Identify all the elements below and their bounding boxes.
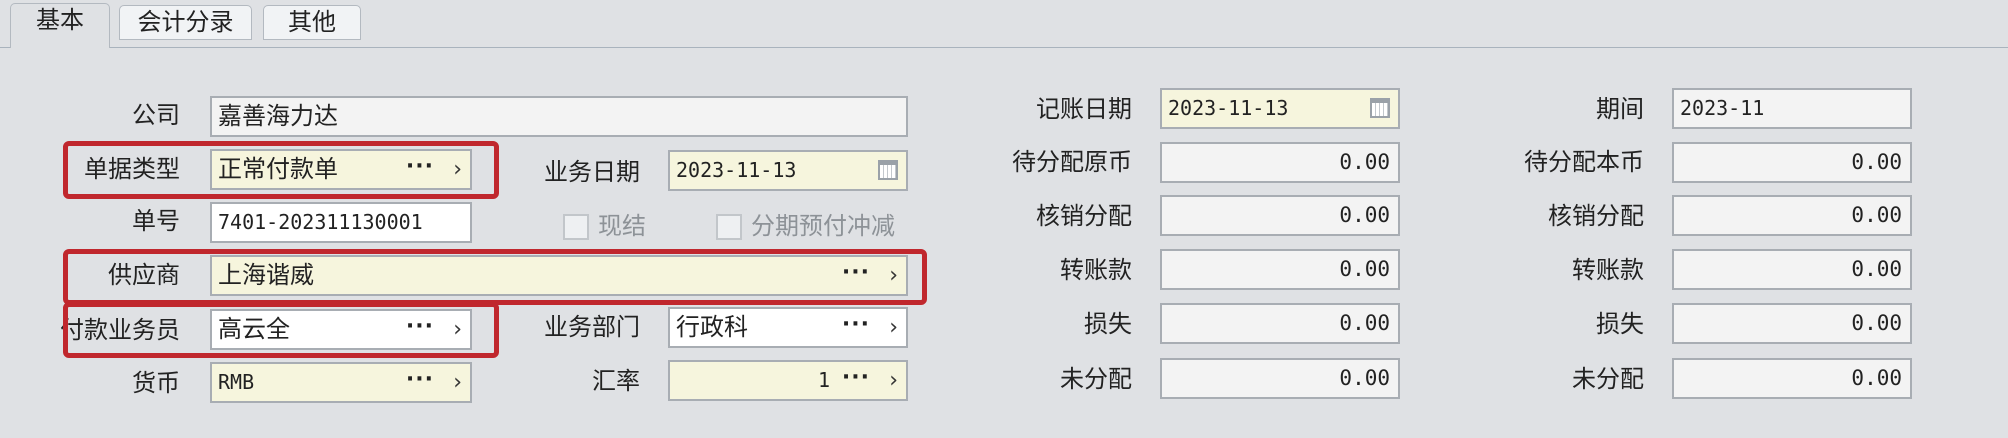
post-date-field[interactable]: 2023-11-13	[1160, 88, 1400, 129]
biz-date-field[interactable]: 2023-11-13	[668, 150, 908, 191]
chevron-right-icon[interactable]: ›	[453, 151, 462, 188]
unalloc-orig-field[interactable]: 0.00	[1160, 142, 1400, 183]
rate-field[interactable]: 1 ··· ›	[668, 360, 908, 401]
chevron-right-icon[interactable]: ›	[453, 311, 462, 348]
tab-bar: 基本 会计分录 其他	[0, 0, 2008, 50]
settled-checkbox[interactable]	[563, 214, 589, 240]
chevron-right-icon[interactable]: ›	[889, 257, 898, 294]
period-value: 2023-11	[1680, 96, 1765, 120]
loss-label: 损失	[1084, 310, 1132, 338]
rate-label: 汇率	[592, 367, 640, 395]
currency-label: 货币	[132, 369, 180, 397]
dept-value: 行政科	[676, 313, 748, 341]
biz-date-label: 业务日期	[544, 158, 640, 186]
writeoff-field[interactable]: 0.00	[1160, 195, 1400, 236]
payer-label: 付款业务员	[60, 316, 180, 344]
unalloc-local-label: 待分配本币	[1524, 148, 1644, 176]
tab-other[interactable]: 其他	[263, 5, 361, 40]
payer-field[interactable]: 高云全 ··· ›	[210, 309, 472, 350]
biz-date-value: 2023-11-13	[676, 158, 797, 182]
transfer-label-2: 转账款	[1572, 256, 1644, 284]
transfer-field[interactable]: 0.00	[1160, 249, 1400, 290]
company-label: 公司	[132, 101, 180, 129]
doc-number-value: 7401-202311130001	[218, 210, 423, 234]
unalloc-label: 未分配	[1060, 365, 1132, 393]
rate-value: 1	[817, 368, 830, 392]
more-icon[interactable]: ···	[406, 364, 434, 398]
loss-label-2: 损失	[1596, 310, 1644, 338]
chevron-right-icon[interactable]: ›	[889, 309, 898, 346]
post-date-label: 记账日期	[1036, 95, 1132, 123]
supplier-field[interactable]: 上海谐威 ··· ›	[210, 255, 908, 296]
loss-field[interactable]: 0.00	[1160, 303, 1400, 344]
transfer-label: 转账款	[1060, 256, 1132, 284]
calendar-icon[interactable]	[878, 160, 898, 180]
writeoff-label: 核销分配	[1036, 202, 1132, 230]
doc-type-label: 单据类型	[84, 155, 180, 183]
company-value: 嘉善海力达	[218, 102, 338, 130]
writeoff-label-2: 核销分配	[1548, 202, 1644, 230]
unalloc-local-field[interactable]: 0.00	[1672, 142, 1912, 183]
chevron-right-icon[interactable]: ›	[889, 362, 898, 399]
dept-label: 业务部门	[544, 313, 640, 341]
settled-label: 现结	[598, 212, 646, 240]
chevron-right-icon[interactable]: ›	[453, 364, 462, 401]
unalloc-field[interactable]: 0.00	[1160, 358, 1400, 399]
calendar-icon[interactable]	[1370, 98, 1390, 118]
unalloc-orig-label: 待分配原币	[1012, 148, 1132, 176]
tab-divider	[0, 47, 2008, 48]
tab-basic[interactable]: 基本	[10, 3, 110, 48]
more-icon[interactable]: ···	[406, 151, 434, 185]
unalloc-field-2[interactable]: 0.00	[1672, 358, 1912, 399]
transfer-field-2[interactable]: 0.00	[1672, 249, 1912, 290]
unalloc-label-2: 未分配	[1572, 365, 1644, 393]
period-field[interactable]: 2023-11	[1672, 88, 1912, 129]
doc-type-field[interactable]: 正常付款单 ··· ›	[210, 149, 472, 190]
more-icon[interactable]: ···	[406, 311, 434, 345]
company-field[interactable]: 嘉善海力达	[210, 96, 908, 137]
dept-field[interactable]: 行政科 ··· ›	[668, 307, 908, 348]
supplier-label: 供应商	[108, 261, 180, 289]
more-icon[interactable]: ···	[842, 362, 870, 396]
payer-value: 高云全	[218, 315, 290, 343]
writeoff-field-2[interactable]: 0.00	[1672, 195, 1912, 236]
installment-checkbox[interactable]	[716, 214, 742, 240]
post-date-value: 2023-11-13	[1168, 96, 1289, 120]
currency-value: RMB	[218, 370, 255, 394]
supplier-value: 上海谐威	[218, 261, 314, 289]
period-label: 期间	[1596, 95, 1644, 123]
more-icon[interactable]: ···	[842, 257, 870, 291]
tab-accounting-entries[interactable]: 会计分录	[119, 5, 252, 40]
doc-number-label: 单号	[132, 207, 180, 235]
currency-field[interactable]: RMB ··· ›	[210, 362, 472, 403]
doc-number-field[interactable]: 7401-202311130001	[210, 202, 472, 243]
loss-field-2[interactable]: 0.00	[1672, 303, 1912, 344]
more-icon[interactable]: ···	[842, 309, 870, 343]
installment-label: 分期预付冲减	[751, 212, 895, 240]
doc-type-value: 正常付款单	[218, 155, 338, 183]
